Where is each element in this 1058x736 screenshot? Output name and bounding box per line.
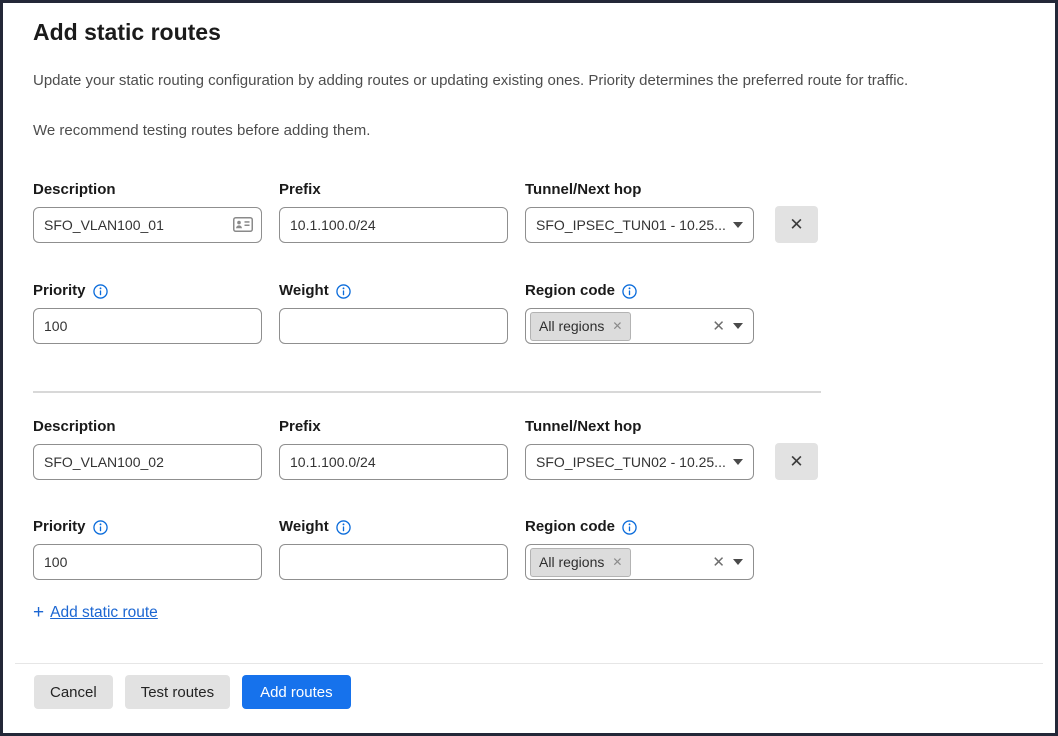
route-2-region-field: Region code All regions ✕ ✕ [525,517,754,580]
info-icon[interactable] [622,520,637,535]
page-title: Add static routes [33,17,1025,47]
description-label: Description [33,417,262,437]
route-2-prefix-input[interactable] [279,444,508,480]
add-static-route-label: Add static route [50,604,158,622]
route-1-tunnel-field: Tunnel/Next hop SFO_IPSEC_TUN01 - 10.25.… [525,180,754,243]
region-chip: All regions ✕ [530,312,631,341]
add-routes-button[interactable]: Add routes [242,675,351,709]
region-chip: All regions ✕ [530,548,631,577]
route-1-tunnel-select[interactable]: SFO_IPSEC_TUN01 - 10.25... [525,207,754,243]
route-2-weight-input[interactable] [279,544,508,580]
tunnel-next-hop-label: Tunnel/Next hop [525,180,754,200]
route-1-priority-input[interactable] [33,308,262,344]
dialog-intro-text: Update your static routing configuration… [33,71,1025,91]
route-1-weight-field: Weight [279,281,508,344]
weight-label: Weight [279,517,508,537]
region-code-label: Region code [525,281,754,301]
route-1-prefix-field: Prefix [279,180,508,243]
route-2-tunnel-select[interactable]: SFO_IPSEC_TUN02 - 10.25... [525,444,754,480]
add-static-routes-dialog: Add static routes Update your static rou… [3,3,1055,622]
contact-card-icon [233,217,253,237]
add-static-route-link[interactable]: + Add static route [33,603,158,622]
region-code-label: Region code [525,517,754,537]
route-2-options-row: Priority Weight [33,517,1025,580]
tunnel-next-hop-label: Tunnel/Next hop [525,417,754,437]
chip-remove-icon[interactable]: ✕ [612,556,622,568]
route-1-region-select[interactable]: All regions ✕ ✕ [525,308,754,344]
route-1-region-field: Region code All regions ✕ ✕ [525,281,754,344]
info-icon[interactable] [93,284,108,299]
prefix-label: Prefix [279,417,508,437]
route-2-description-field: Description [33,417,262,480]
caret-down-icon [733,323,743,329]
priority-label: Priority [33,517,262,537]
region-chip-label: All regions [539,554,604,570]
route-2-prefix-field: Prefix [279,417,508,480]
info-icon[interactable] [93,520,108,535]
info-icon[interactable] [622,284,637,299]
prefix-label: Prefix [279,180,508,200]
dialog-note-text: We recommend testing routes before addin… [33,121,1025,141]
route-1-main-row: Description Prefix Tunnel/Next ho [33,180,1025,243]
route-2-tunnel-field: Tunnel/Next hop SFO_IPSEC_TUN02 - 10.25.… [525,417,754,480]
route-1-priority-field: Priority [33,281,262,344]
weight-label: Weight [279,281,508,301]
priority-label: Priority [33,281,262,301]
route-1-description-input[interactable] [33,207,262,243]
route-2-region-select[interactable]: All regions ✕ ✕ [525,544,754,580]
tunnel-selected-value: SFO_IPSEC_TUN01 - 10.25... [536,217,725,233]
caret-down-icon [733,559,743,565]
route-2-priority-field: Priority [33,517,262,580]
route-1-description-field: Description [33,180,262,243]
route-entry-divider [33,391,821,393]
route-2-delete-button[interactable]: ✕ [775,443,818,480]
chip-remove-icon[interactable]: ✕ [612,320,622,332]
close-icon: ✕ [789,215,803,235]
description-label: Description [33,180,262,200]
footer-actions: Cancel Test routes Add routes [34,675,1055,709]
footer-divider [15,663,1043,664]
info-icon[interactable] [336,520,351,535]
route-2-weight-field: Weight [279,517,508,580]
caret-down-icon [733,459,743,465]
test-routes-button[interactable]: Test routes [125,675,230,709]
route-1-options-row: Priority Weight [33,281,1025,344]
route-2-main-row: Description Prefix Tunnel/Next hop SFO_I… [33,417,1025,480]
tunnel-selected-value: SFO_IPSEC_TUN02 - 10.25... [536,454,725,470]
clear-selection-icon[interactable]: ✕ [712,319,725,334]
cancel-button[interactable]: Cancel [34,675,113,709]
caret-down-icon [733,222,743,228]
plus-icon: + [33,603,44,622]
route-1-prefix-input[interactable] [279,207,508,243]
clear-selection-icon[interactable]: ✕ [712,555,725,570]
route-1-weight-input[interactable] [279,308,508,344]
info-icon[interactable] [336,284,351,299]
route-1-delete-button[interactable]: ✕ [775,206,818,243]
close-icon: ✕ [789,452,803,472]
route-2-description-input[interactable] [33,444,262,480]
route-2-priority-input[interactable] [33,544,262,580]
region-chip-label: All regions [539,318,604,334]
